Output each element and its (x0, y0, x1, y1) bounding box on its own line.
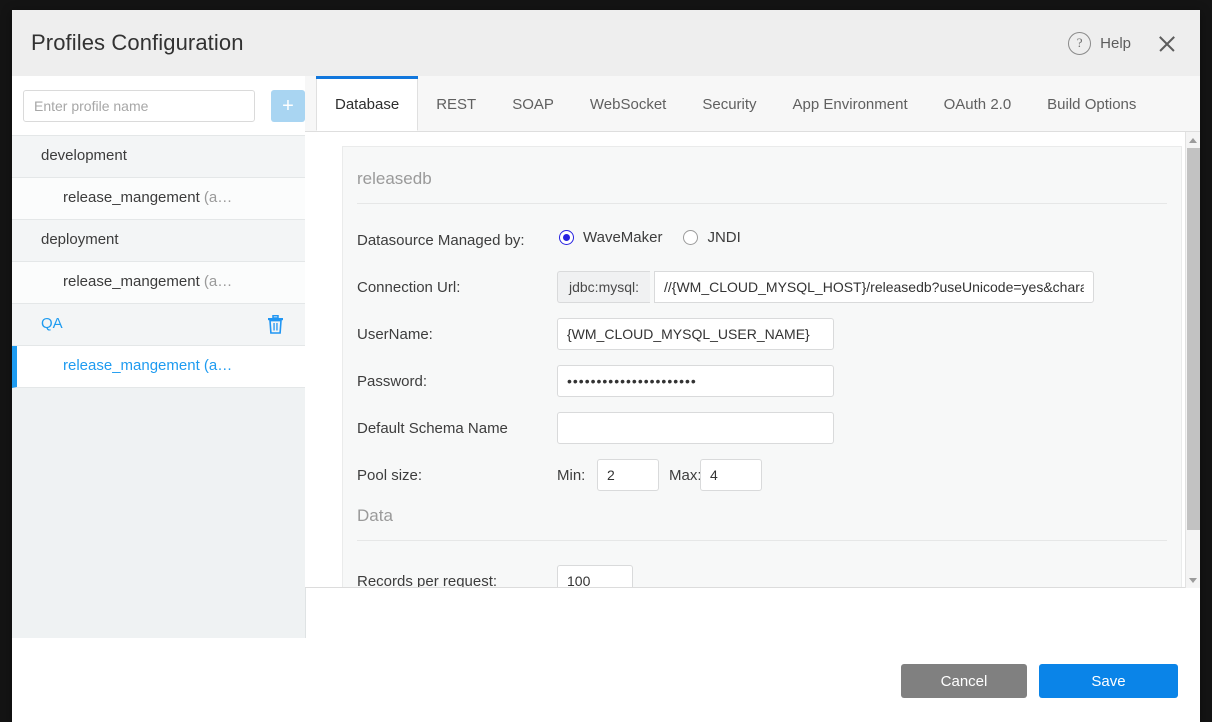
help-label: Help (1100, 35, 1131, 52)
sidebar-item-deployment[interactable]: deployment (12, 220, 305, 262)
close-icon[interactable] (1156, 33, 1178, 55)
section-divider (357, 203, 1167, 204)
add-profile-button[interactable]: + (271, 90, 305, 122)
data-section-title: Data (357, 506, 393, 525)
config-tabs: Database REST SOAP WebSocket Security Ap… (305, 76, 1200, 132)
connection-url-prefix: jdbc:mysql: (557, 271, 651, 303)
sidebar-item-development[interactable]: development (12, 136, 305, 178)
tab-build-options[interactable]: Build Options (1029, 76, 1154, 131)
connection-url-input[interactable] (654, 271, 1094, 303)
list-item[interactable]: release_mangement (a… (12, 178, 305, 220)
tab-oauth[interactable]: OAuth 2.0 (926, 76, 1030, 131)
profile-list: development release_mangement (a… deploy… (12, 136, 305, 638)
trash-icon[interactable] (267, 314, 284, 334)
tab-database[interactable]: Database (316, 76, 419, 131)
scrollbar-thumb[interactable] (1187, 148, 1200, 530)
radio-wavemaker-label[interactable]: WaveMaker (583, 229, 662, 246)
profiles-sidebar: + development release_mangement (a… depl… (12, 76, 306, 638)
profiles-configuration-dialog: Profiles Configuration ? Help + developm… (12, 10, 1200, 722)
database-settings-panel: releasedb Datasource Managed by: WaveMak… (305, 132, 1200, 588)
password-label: Password: (357, 373, 428, 390)
connection-url-label: Connection Url: (357, 279, 461, 296)
sidebar-item-qa[interactable]: QA (12, 304, 305, 346)
caret-down-icon[interactable] (1186, 573, 1200, 587)
sidebar-child-label: release_mangement (a… (63, 357, 233, 374)
datasource-radio-group: WaveMaker JNDI (559, 229, 753, 246)
records-label: Records per request: (357, 573, 498, 588)
username-row: UserName: (357, 312, 1181, 359)
schema-row: Default Schema Name (357, 406, 1181, 453)
pool-size-row: Pool size: Min: Max: (357, 453, 1181, 500)
pool-min-label: Min: (557, 467, 586, 484)
records-input[interactable] (557, 565, 633, 587)
schema-label: Default Schema Name (357, 420, 508, 437)
datasource-label: Datasource Managed by: (357, 232, 525, 249)
sidebar-child-label: release_mangement (a… (63, 189, 233, 206)
datasource-managed-row: Datasource Managed by: WaveMaker JNDI (357, 218, 1181, 265)
records-per-request-row: Records per request: (357, 559, 1181, 588)
cancel-button[interactable]: Cancel (901, 664, 1027, 698)
profile-name-input[interactable] (23, 90, 255, 122)
username-label: UserName: (357, 326, 433, 343)
tab-app-environment[interactable]: App Environment (775, 76, 926, 131)
page-title: Profiles Configuration (31, 30, 244, 55)
dialog-header: Profiles Configuration ? Help (12, 10, 1200, 77)
pool-max-label: Max: (669, 467, 702, 484)
password-input[interactable] (557, 365, 834, 397)
section-divider (357, 540, 1167, 541)
radio-jndi-label[interactable]: JNDI (707, 229, 740, 246)
sidebar-child-label: release_mangement (a… (63, 273, 233, 290)
password-row: Password: (357, 359, 1181, 406)
connection-url-row: Connection Url: jdbc:mysql: (357, 265, 1181, 312)
tab-rest[interactable]: REST (418, 76, 494, 131)
tab-websocket[interactable]: WebSocket (572, 76, 684, 131)
content-scrollbar[interactable] (1185, 132, 1200, 588)
username-input[interactable] (557, 318, 834, 350)
profile-add-row: + (12, 76, 305, 136)
pool-max-input[interactable] (700, 459, 762, 491)
db-section-title: releasedb (357, 169, 432, 188)
schema-input[interactable] (557, 412, 834, 444)
tab-security[interactable]: Security (684, 76, 774, 131)
dialog-footer: Cancel Save (12, 638, 1200, 722)
list-item[interactable]: release_mangement (a… (12, 262, 305, 304)
radio-wavemaker[interactable] (559, 230, 574, 245)
sidebar-item-label: deployment (41, 231, 119, 248)
tab-soap[interactable]: SOAP (494, 76, 572, 131)
radio-jndi[interactable] (683, 230, 699, 245)
question-circle-icon: ? (1068, 32, 1092, 55)
save-button[interactable]: Save (1039, 664, 1178, 698)
pool-min-input[interactable] (597, 459, 659, 491)
list-item-selected[interactable]: release_mangement (a… (12, 346, 305, 388)
caret-up-icon[interactable] (1186, 133, 1200, 147)
help-button[interactable]: ? Help (1068, 32, 1131, 55)
database-form-card: releasedb Datasource Managed by: WaveMak… (342, 146, 1182, 588)
pool-size-label: Pool size: (357, 467, 423, 484)
sidebar-item-label: development (41, 147, 127, 164)
sidebar-item-label: QA (41, 315, 63, 332)
